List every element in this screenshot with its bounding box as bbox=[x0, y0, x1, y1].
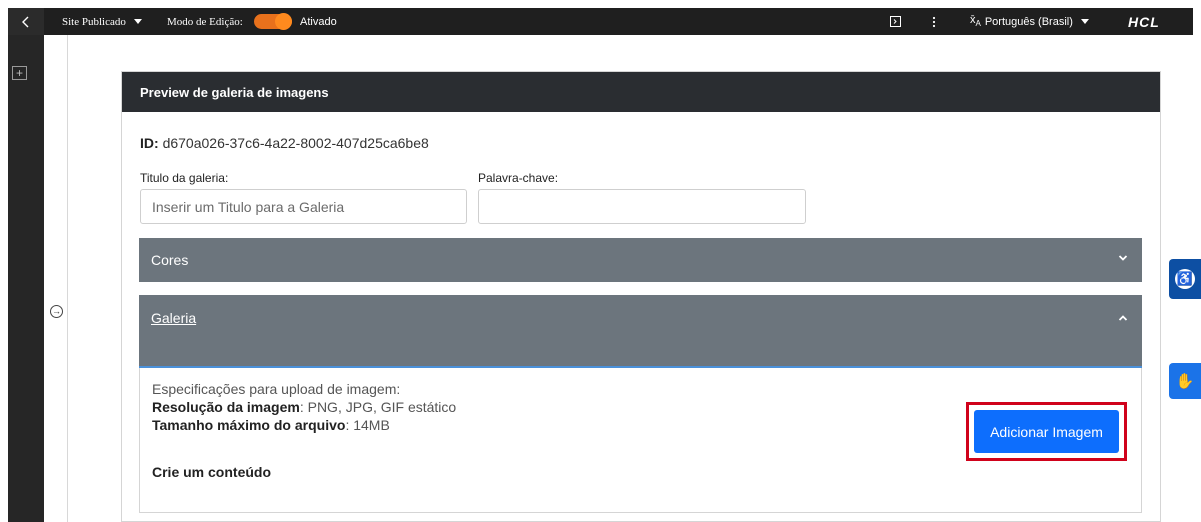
accordion-galeria[interactable]: Galeria bbox=[139, 295, 1142, 368]
window-frame-left bbox=[0, 0, 8, 522]
keyword-label: Palavra-chave: bbox=[478, 171, 559, 185]
add-component-icon[interactable]: + bbox=[12, 66, 27, 80]
highlight-box: Adicionar Imagem bbox=[966, 402, 1127, 461]
gallery-title-input[interactable] bbox=[140, 189, 467, 224]
chevron-down-icon bbox=[1118, 255, 1128, 261]
accessibility-widget[interactable]: ♿ bbox=[1169, 259, 1201, 299]
edit-mode-state: Ativado bbox=[300, 15, 337, 28]
left-gutter: → bbox=[44, 35, 68, 522]
spec-resolution-value: : PNG, JPG, GIF estático bbox=[299, 399, 457, 415]
upload-specs: Especificações para upload de imagem: Re… bbox=[152, 380, 456, 434]
caret-down-icon bbox=[1080, 19, 1089, 24]
panel-title: Preview de galeria de imagens bbox=[122, 72, 1160, 112]
accordion-cores[interactable]: Cores bbox=[139, 238, 1142, 282]
spec-max-size-value: : 14MB bbox=[345, 417, 390, 433]
add-image-button[interactable]: Adicionar Imagem bbox=[974, 410, 1119, 453]
more-options-button[interactable] bbox=[932, 8, 936, 35]
sign-language-icon: ✋ bbox=[1175, 373, 1195, 390]
back-button[interactable] bbox=[8, 8, 44, 35]
gallery-title-label: Titulo da galeria: bbox=[140, 171, 229, 185]
hcl-logo: HCL bbox=[1128, 13, 1160, 30]
top-toolbar: Site Publicado Modo de Edição: Ativado x… bbox=[8, 8, 1193, 35]
spec-intro: Especificações para upload de imagem: bbox=[152, 381, 401, 397]
spec-max-size-label: Tamanho máximo do arquivo bbox=[152, 417, 346, 433]
kebab-menu-icon bbox=[932, 16, 936, 27]
panel-icon bbox=[890, 16, 901, 27]
language-selector[interactable]: x̄A Português (Brasil) bbox=[970, 8, 1089, 35]
preview-panel-button[interactable] bbox=[890, 8, 901, 35]
accordion-cores-label: Cores bbox=[151, 252, 189, 268]
edit-mode-toggle[interactable] bbox=[254, 13, 292, 30]
expand-arrow-icon[interactable]: → bbox=[50, 305, 63, 318]
id-value: d670a026-37c6-4a22-8002-407d25ca6be8 bbox=[162, 135, 429, 151]
left-rail: + bbox=[8, 35, 44, 522]
gallery-id: ID: d670a026-37c6-4a22-8002-407d25ca6be8 bbox=[140, 135, 429, 151]
toggle-knob bbox=[275, 13, 292, 30]
site-selector[interactable]: Site Publicado bbox=[62, 8, 142, 35]
edit-mode-label: Modo de Edição: bbox=[167, 15, 243, 28]
translate-icon: x̄A bbox=[970, 14, 981, 29]
sign-language-widget[interactable]: ✋ bbox=[1169, 363, 1201, 399]
chevron-left-icon bbox=[22, 16, 29, 27]
spec-max-size: Tamanho máximo do arquivo: 14MB bbox=[152, 416, 456, 434]
chevron-up-icon bbox=[1118, 315, 1128, 321]
spec-resolution: Resolução da imagem: PNG, JPG, GIF estát… bbox=[152, 398, 456, 416]
create-content-heading: Crie um conteúdo bbox=[152, 464, 272, 480]
keyword-input[interactable] bbox=[478, 189, 806, 224]
caret-down-icon bbox=[133, 19, 142, 24]
site-selector-label: Site Publicado bbox=[62, 15, 126, 28]
id-label: ID: bbox=[140, 135, 159, 151]
accordion-galeria-label: Galeria bbox=[151, 310, 197, 326]
accessibility-icon: ♿ bbox=[1175, 269, 1195, 289]
spec-resolution-label: Resolução da imagem bbox=[152, 399, 300, 415]
language-label: Português (Brasil) bbox=[984, 15, 1073, 28]
